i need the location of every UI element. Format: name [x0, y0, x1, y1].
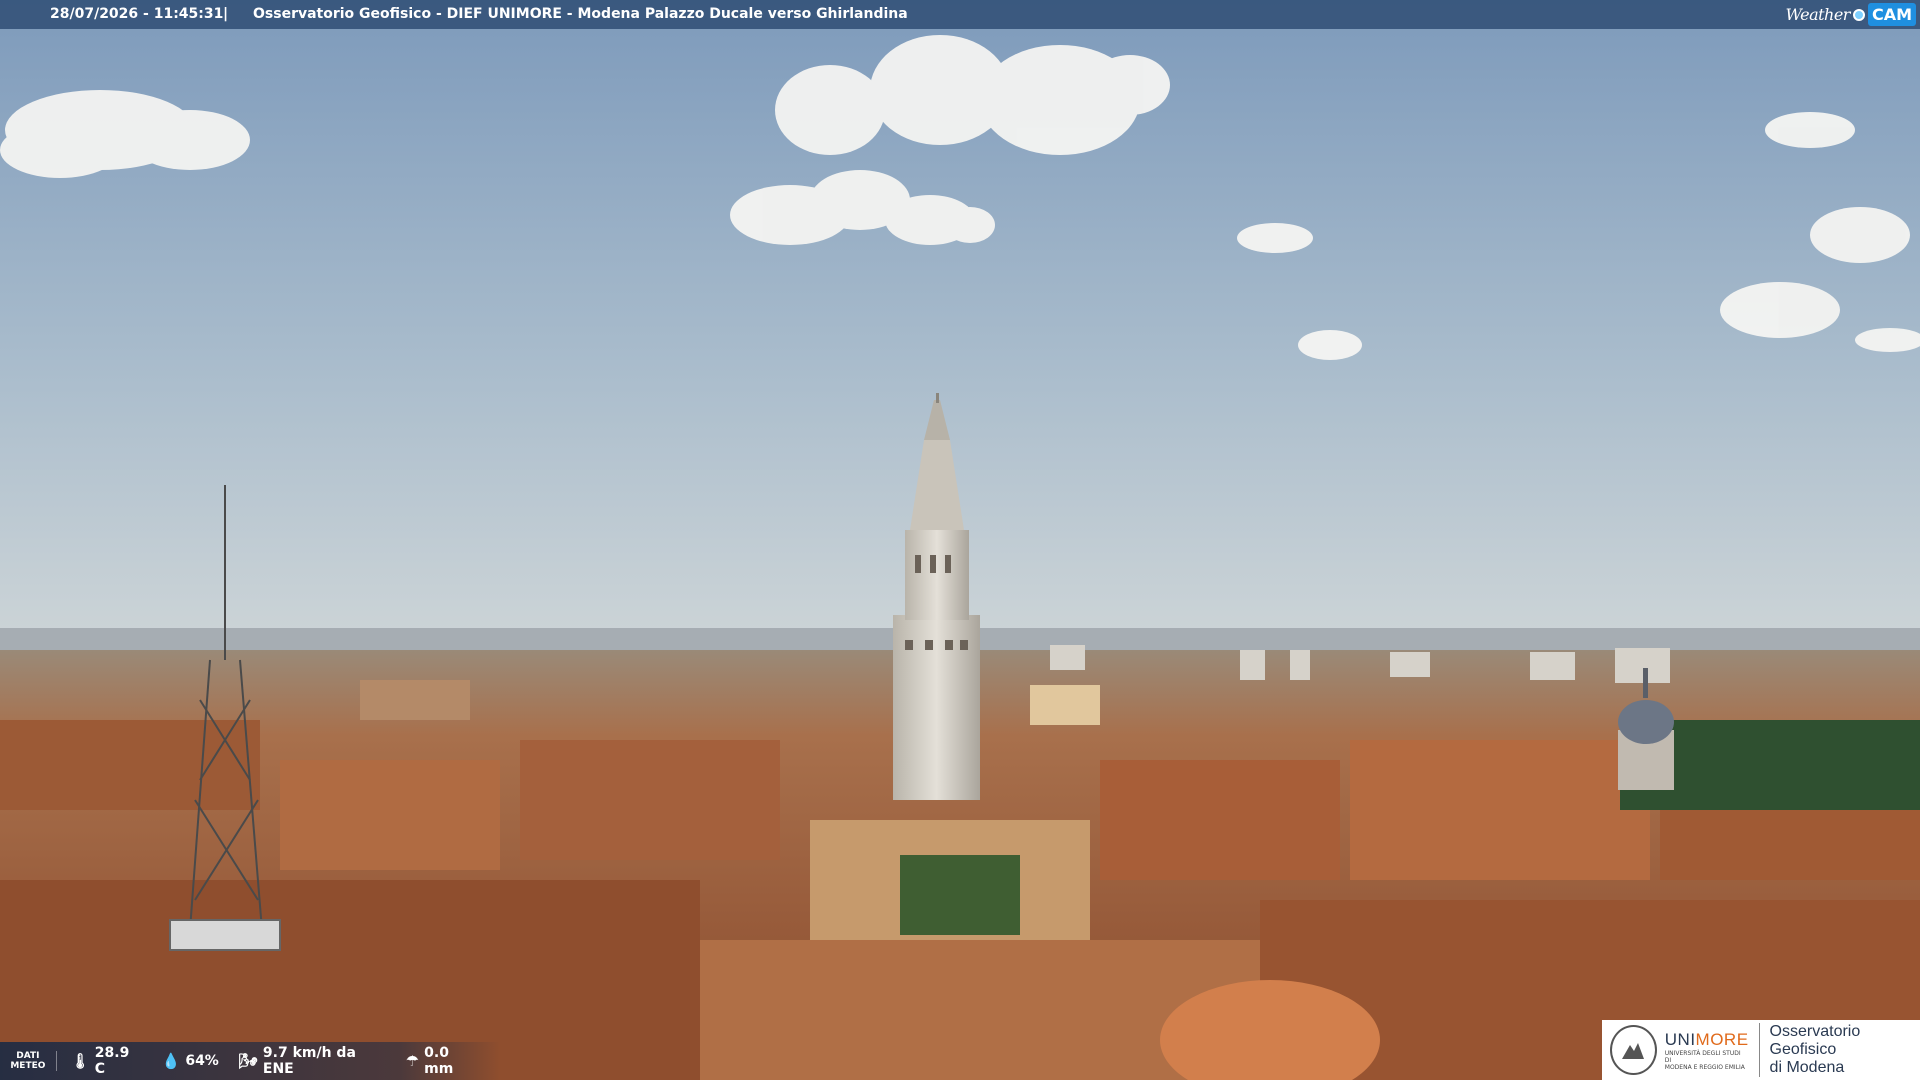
weathercam-logo: Weather CAM — [1785, 0, 1920, 29]
webcam-scene — [0, 0, 1920, 1080]
unimore-wordmark: UNIMORE UNIVERSITÀ DEGLI STUDI DI MODENA… — [1664, 1029, 1749, 1071]
wind-reading: 🌬 9.7 km/h da ENE — [238, 1045, 356, 1077]
humidity-drop-icon: 💧 — [161, 1052, 181, 1070]
university-seal-icon — [1610, 1025, 1657, 1075]
unimore-observatory-logo: UNIMORE UNIVERSITÀ DEGLI STUDI DI MODENA… — [1602, 1020, 1920, 1080]
rain-icon: ☂ — [405, 1052, 420, 1070]
separator: | — [223, 6, 229, 22]
brand-dot-icon — [1852, 8, 1865, 21]
brand-weather-text: Weather — [1785, 5, 1850, 24]
humidity-reading: 💧 64% — [161, 1052, 219, 1070]
meteo-bar: DATI METEO 🌡 28.9 C 💧 64% 🌬 9.7 km/h da … — [0, 1042, 500, 1080]
meteo-label: DATI METEO — [0, 1051, 57, 1071]
temperature-reading: 🌡 28.9 C — [70, 1045, 130, 1077]
camera-title: Osservatorio Geofisico - DIEF UNIMORE - … — [253, 6, 908, 22]
thermometer-icon: 🌡 — [70, 1052, 90, 1070]
rain-reading: ☂ 0.0 mm — [405, 1045, 454, 1077]
brand-cam-text: CAM — [1867, 3, 1916, 26]
wind-icon: 🌬 — [238, 1052, 258, 1070]
timestamp: 28/07/2026 - 11:45:31 — [50, 6, 224, 22]
observatory-name: Osservatorio Geofisico di Modena — [1758, 1023, 1920, 1077]
overlay-topbar: 28/07/2026 - 11:45:31 | Osservatorio Geo… — [0, 0, 1920, 29]
